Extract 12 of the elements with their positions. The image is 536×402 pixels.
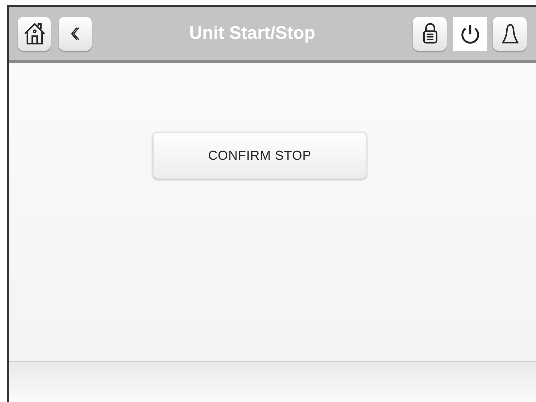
power-button[interactable] <box>453 16 487 50</box>
lock-button[interactable] <box>413 16 447 50</box>
bell-icon <box>502 24 518 44</box>
back-button[interactable] <box>59 16 92 50</box>
screen-title: Unit Start/Stop <box>188 22 316 45</box>
home-icon <box>24 22 46 44</box>
bell-button[interactable] <box>493 16 527 50</box>
home-button[interactable] <box>18 16 51 50</box>
padlock-icon <box>422 23 438 44</box>
power-icon <box>460 24 480 44</box>
confirm-stop-button[interactable]: CONFIRM STOP <box>153 132 367 179</box>
chevron-left-icon <box>71 26 80 40</box>
